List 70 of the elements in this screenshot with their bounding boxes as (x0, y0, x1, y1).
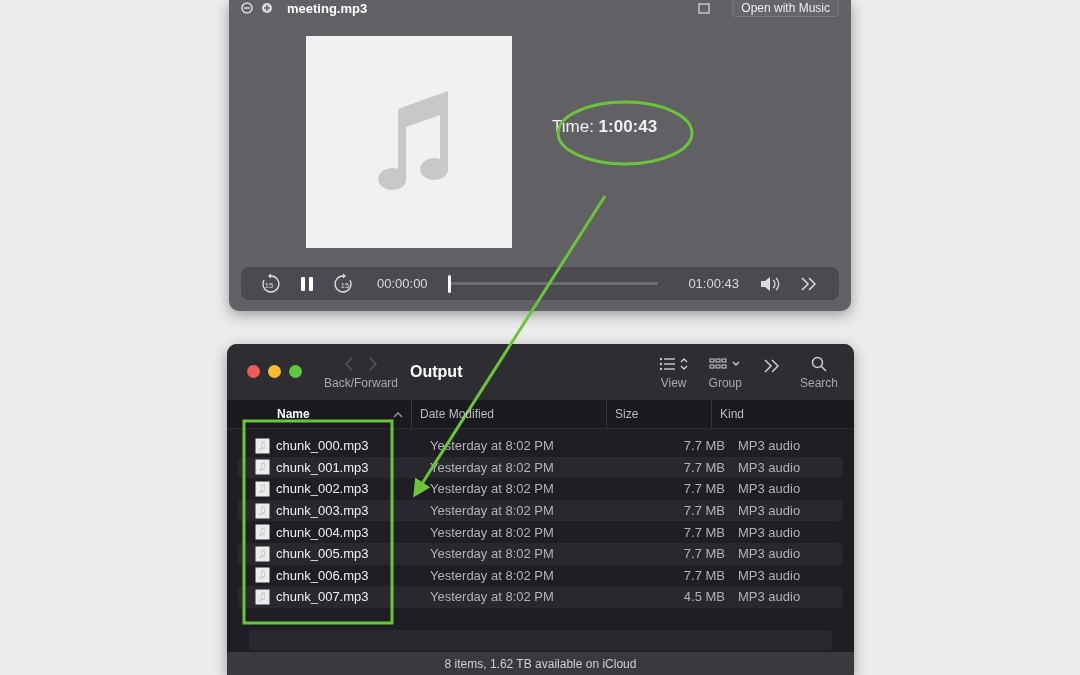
duration-time: 01:00:43 (688, 276, 739, 291)
toolbar-label: Search (799, 376, 838, 390)
audio-file-icon (255, 459, 270, 476)
file-size: 7.7 MB (682, 503, 725, 519)
window-icon[interactable] (698, 2, 711, 14)
audio-file-icon (255, 545, 270, 562)
column-header[interactable]: Kind (711, 400, 854, 428)
expand-icon[interactable] (261, 2, 273, 14)
file-name: chunk_001.mp3 (276, 459, 369, 475)
file-name: chunk_007.mp3 (276, 589, 369, 605)
file-kind: MP3 audio (737, 567, 801, 583)
file-size: 7.7 MB (682, 481, 725, 497)
file-name: chunk_004.mp3 (276, 524, 369, 540)
audio-file-icon (255, 502, 270, 519)
elapsed-time: 00:00:00 (377, 276, 428, 291)
date-modified: Yesterday at 8:02 PM (429, 589, 555, 605)
folder-title: Output (410, 363, 464, 381)
file-row[interactable]: chunk_002.mp3 Yesterday at 8:02 PM 7.7 MB MP3 audio (238, 478, 843, 500)
file-kind: MP3 audio (737, 589, 801, 605)
file-name: chunk_005.mp3 (276, 546, 369, 562)
date-modified: Yesterday at 8:02 PM (429, 481, 555, 497)
file-size: 7.7 MB (682, 524, 725, 540)
toolbar-label: View (660, 376, 687, 390)
file-name: chunk_003.mp3 (276, 503, 369, 519)
file-kind: MP3 audio (737, 524, 801, 540)
file-row[interactable]: chunk_006.mp3 Yesterday at 8:02 PM 7.7 MB MP3 audio (238, 564, 843, 587)
file-size: 7.7 MB (682, 459, 725, 475)
progress-thumb[interactable] (447, 274, 451, 293)
status-bar: 8 items, 1.62 TB available on iCloud (227, 652, 854, 675)
date-modified: Yesterday at 8:02 PM (429, 567, 555, 583)
file-size: 4.5 MB (682, 589, 725, 605)
group-icon[interactable] (709, 356, 742, 372)
view-icon[interactable] (658, 356, 689, 372)
file-row[interactable]: chunk_007.mp3 Yesterday at 8:02 PM 4.5 MB MP3 audio (238, 586, 843, 608)
audio-file-icon (255, 437, 270, 454)
file-name: chunk_000.mp3 (276, 438, 369, 454)
file-row[interactable]: chunk_005.mp3 Yesterday at 8:02 PM 7.7 MB MP3 audio (238, 542, 843, 565)
minimize-button[interactable] (268, 365, 281, 378)
audio-file-icon (255, 567, 270, 584)
file-size: 7.7 MB (682, 567, 725, 583)
column-header[interactable]: Size (606, 400, 711, 428)
toolbar-label: Back/Forward (324, 376, 399, 390)
close-button[interactable] (247, 365, 260, 378)
date-modified: Yesterday at 8:02 PM (429, 546, 555, 562)
audio-file-icon (255, 481, 270, 497)
file-row[interactable]: chunk_004.mp3 Yesterday at 8:02 PM 7.7 MB MP3 audio (238, 521, 843, 543)
search-icon[interactable] (811, 356, 827, 372)
more-icon[interactable] (761, 358, 780, 374)
file-kind: MP3 audio (737, 503, 801, 519)
zoom-button[interactable] (289, 365, 302, 378)
file-row[interactable]: chunk_003.mp3 Yesterday at 8:02 PM 7.7 MB MP3 audio (238, 499, 843, 522)
pause-icon[interactable] (300, 275, 314, 292)
file-size: 7.7 MB (682, 438, 725, 454)
file-kind: MP3 audio (737, 481, 801, 497)
file-kind: MP3 audio (737, 459, 801, 475)
window-title: meeting.mp3 (286, 0, 369, 16)
column-header[interactable]: Name (227, 400, 411, 428)
file-size: 7.7 MB (682, 546, 725, 562)
file-name: chunk_002.mp3 (276, 481, 369, 497)
audio-file-icon (255, 588, 270, 605)
close-icon[interactable] (241, 2, 253, 14)
sort-caret-icon (393, 410, 403, 418)
open-with-button[interactable]: Open with Music (732, 0, 839, 17)
toolbar-label: Group (708, 376, 742, 390)
date-modified: Yesterday at 8:02 PM (429, 524, 555, 540)
file-kind: MP3 audio (737, 438, 801, 454)
file-kind: MP3 audio (737, 546, 801, 562)
audio-file-icon (255, 524, 270, 541)
date-modified: Yesterday at 8:02 PM (429, 503, 555, 519)
file-name: chunk_006.mp3 (276, 567, 369, 583)
